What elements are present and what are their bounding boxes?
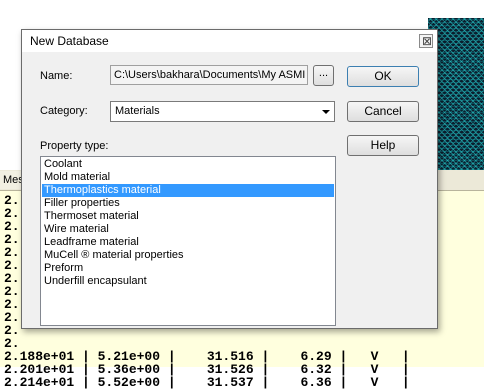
close-button[interactable]: ⊠	[419, 34, 433, 48]
property-type-item[interactable]: Coolant	[42, 158, 334, 171]
property-type-item[interactable]: Thermoset material	[42, 210, 334, 223]
property-type-label: Property type:	[40, 140, 109, 152]
property-type-list[interactable]: Coolant Mold material Thermoplastics mater…	[40, 156, 336, 326]
browse-button[interactable]: ...	[313, 65, 334, 86]
property-type-item[interactable]: Mold material	[42, 171, 334, 184]
dialog-title: New Database	[30, 34, 109, 48]
property-type-item[interactable]: Thermoplastics material	[42, 184, 334, 197]
category-dropdown[interactable]: Materials	[110, 101, 335, 122]
console-line: 2.201e+01 | 5.36e+00 | 31.526 | 6.32 | V…	[4, 362, 410, 377]
property-type-item[interactable]: MuCell ® material properties	[42, 249, 334, 262]
console-line: 2.214e+01 | 5.52e+00 | 31.537 | 6.36 | V…	[4, 375, 410, 390]
new-database-dialog: New Database ⊠ Name: C:\Users\bakhara\Do…	[21, 29, 438, 329]
property-type-item[interactable]: Underfill encapsulant	[42, 275, 334, 288]
ok-button[interactable]: OK	[347, 66, 419, 87]
help-button[interactable]: Help	[347, 135, 419, 156]
property-type-item[interactable]: Leadframe material	[42, 236, 334, 249]
category-selected-value: Materials	[115, 105, 160, 117]
name-label: Name:	[40, 70, 73, 82]
name-field[interactable]: C:\Users\bakhara\Documents\My ASMI	[110, 65, 308, 85]
property-type-item[interactable]: Filler properties	[42, 197, 334, 210]
cancel-button[interactable]: Cancel	[347, 101, 419, 122]
property-type-item[interactable]: Preform	[42, 262, 334, 275]
close-icon: ⊠	[422, 34, 433, 48]
chevron-down-icon	[322, 110, 330, 114]
dialog-titlebar[interactable]: New Database ⊠	[22, 30, 437, 52]
category-label: Category:	[40, 105, 88, 117]
property-type-item[interactable]: Wire material	[42, 223, 334, 236]
